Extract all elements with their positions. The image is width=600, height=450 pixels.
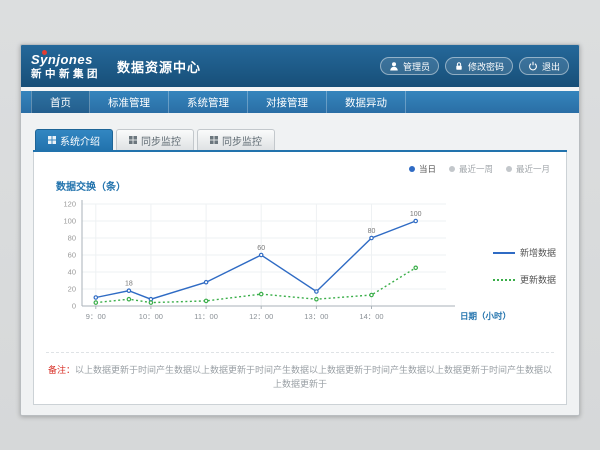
svg-text:80: 80	[68, 234, 76, 243]
main-nav: 首页 标准管理 系统管理 对接管理 数据异动	[21, 91, 579, 113]
nav-item-home[interactable]: 首页	[31, 91, 90, 113]
series-legend: 新增数据 更新数据	[493, 246, 556, 286]
series-line-sample	[493, 252, 515, 254]
chart-panel: 当日 最近一周 最近一月 数据交换（条） 0 20 40 60 80 100 120 9：00…	[33, 152, 567, 405]
nav-label: 数据异动	[345, 95, 387, 110]
svg-text:60: 60	[257, 245, 265, 252]
nav-label: 首页	[50, 95, 71, 110]
nav-label: 标准管理	[108, 95, 150, 110]
svg-text:13：00: 13：00	[304, 312, 328, 321]
svg-text:20: 20	[68, 285, 76, 294]
svg-text:60: 60	[68, 251, 76, 260]
desktop-background: Synjones 新中新集团 数据资源中心 管理员 修改密码 退出	[0, 0, 600, 450]
content-area: 系统介绍 同步监控 同步监控 当日	[21, 113, 579, 416]
svg-text:40: 40	[68, 268, 76, 277]
note-text: 以上数据更新于时间产生数据以上数据更新于时间产生数据以上数据更新于时间产生数据以…	[75, 365, 552, 389]
grid-icon	[129, 136, 137, 144]
note-label: 备注：	[48, 365, 75, 375]
nav-item-standard-mgmt[interactable]: 标准管理	[90, 91, 169, 113]
admin-user-label: 管理员	[403, 60, 430, 73]
svg-text:80: 80	[368, 228, 376, 235]
filter-dot-icon	[449, 166, 455, 172]
nav-item-integration-mgmt[interactable]: 对接管理	[248, 91, 327, 113]
svg-text:12：00: 12：00	[249, 312, 273, 321]
svg-text:日期（小时）: 日期（小时）	[460, 311, 511, 321]
logout-label: 退出	[542, 60, 560, 73]
lock-icon	[454, 61, 464, 71]
series-label: 更新数据	[520, 273, 556, 286]
tab-sync-monitor-1[interactable]: 同步监控	[116, 129, 194, 150]
app-window: Synjones 新中新集团 数据资源中心 管理员 修改密码 退出	[20, 44, 580, 416]
change-password-button[interactable]: 修改密码	[445, 57, 513, 75]
footer-note: 备注：以上数据更新于时间产生数据以上数据更新于时间产生数据以上数据更新于时间产生…	[44, 364, 556, 391]
tab-system-intro[interactable]: 系统介绍	[35, 129, 113, 150]
tab-label: 系统介绍	[60, 133, 100, 148]
app-header: Synjones 新中新集团 数据资源中心 管理员 修改密码 退出	[21, 45, 579, 87]
svg-text:100: 100	[410, 211, 422, 218]
svg-text:14：00: 14：00	[359, 312, 383, 321]
chart-y-axis-title: 数据交换（条）	[56, 178, 126, 193]
nav-item-system-mgmt[interactable]: 系统管理	[169, 91, 248, 113]
filter-last-month[interactable]: 最近一月	[506, 163, 550, 175]
svg-text:120: 120	[63, 200, 76, 209]
brand-red-dot-icon	[42, 50, 47, 55]
brand-name-text: Synjones	[31, 52, 93, 67]
change-password-label: 修改密码	[468, 60, 504, 73]
nav-label: 系统管理	[187, 95, 229, 110]
header-actions: 管理员 修改密码 退出	[380, 57, 569, 75]
series-line-sample	[493, 279, 515, 281]
brand-name: Synjones	[31, 53, 101, 66]
tab-sync-monitor-2[interactable]: 同步监控	[197, 129, 275, 150]
tab-label: 同步监控	[141, 133, 181, 148]
page-title: 数据资源中心	[117, 57, 201, 76]
filter-label: 当日	[419, 163, 436, 175]
svg-text:9：00: 9：00	[86, 312, 106, 321]
user-icon	[389, 61, 399, 71]
series-label: 新增数据	[520, 246, 556, 259]
power-icon	[528, 61, 538, 71]
filter-dot-icon	[506, 166, 512, 172]
svg-text:18: 18	[125, 281, 133, 288]
filter-label: 最近一月	[516, 163, 550, 175]
svg-text:11：00: 11：00	[194, 312, 218, 321]
panel-divider	[46, 352, 554, 353]
brand-logo: Synjones 新中新集团	[31, 53, 101, 80]
admin-user-button[interactable]: 管理员	[380, 57, 439, 75]
grid-icon	[48, 136, 56, 144]
period-filter-legend: 当日 最近一周 最近一月	[409, 163, 550, 175]
tab-label: 同步监控	[222, 133, 262, 148]
filter-label: 最近一周	[459, 163, 493, 175]
legend-updated-data[interactable]: 更新数据	[493, 273, 556, 286]
logout-button[interactable]: 退出	[519, 57, 569, 75]
nav-label: 对接管理	[266, 95, 308, 110]
nav-item-data-changes[interactable]: 数据异动	[327, 91, 406, 113]
svg-text:100: 100	[63, 217, 76, 226]
line-chart: 0 20 40 60 80 100 120 9：00 10：00 11：00 12：00 13：00 1…	[46, 194, 526, 344]
svg-text:10：00: 10：00	[139, 312, 163, 321]
filter-last-week[interactable]: 最近一周	[449, 163, 493, 175]
filter-dot-icon	[409, 166, 415, 172]
tabs-row: 系统介绍 同步监控 同步监控	[33, 129, 567, 152]
legend-new-data[interactable]: 新增数据	[493, 246, 556, 259]
svg-text:0: 0	[72, 302, 76, 311]
brand-name-cn: 新中新集团	[31, 69, 101, 80]
filter-today[interactable]: 当日	[409, 163, 436, 175]
grid-icon	[210, 136, 218, 144]
